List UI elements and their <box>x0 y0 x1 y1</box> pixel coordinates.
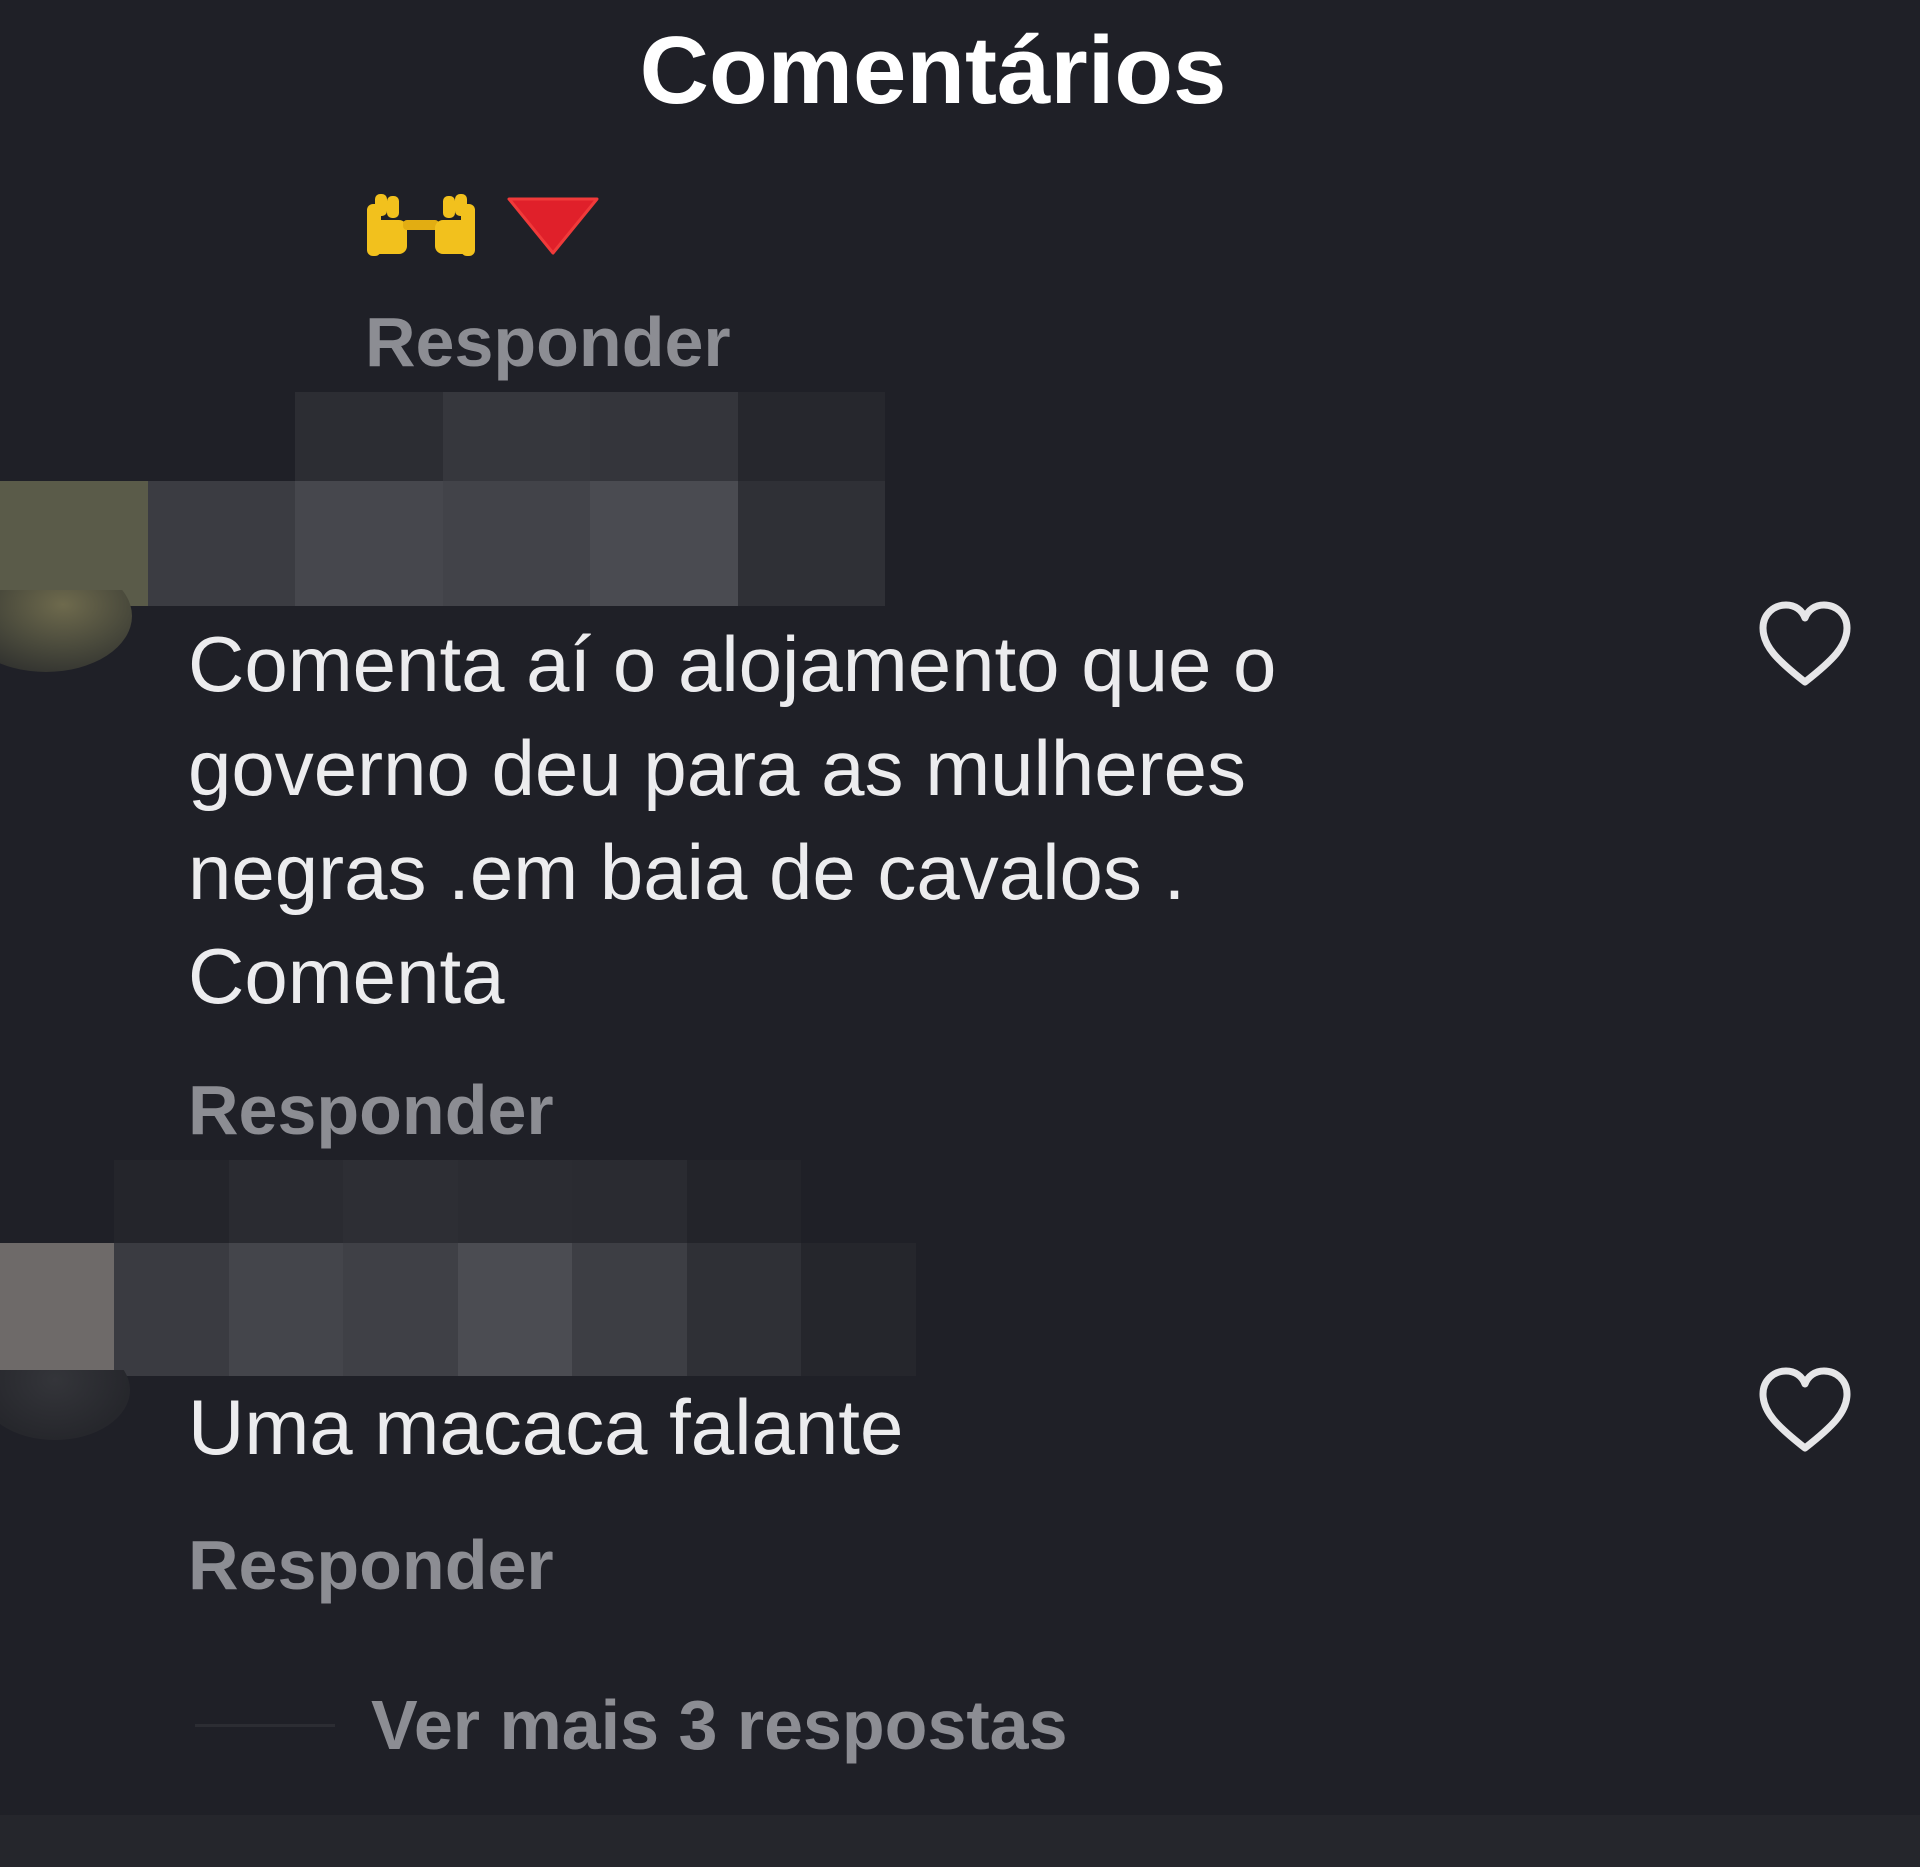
view-more-replies[interactable]: Ver mais 3 respostas <box>195 1685 1068 1765</box>
bottom-bar <box>0 1815 1920 1867</box>
comment-emoji-content <box>365 185 601 265</box>
page-title: Comentários <box>639 17 1227 124</box>
reply-button[interactable]: Responder <box>188 1070 554 1150</box>
heart-icon[interactable] <box>1757 600 1853 688</box>
comment-text: Uma macaca falante <box>188 1383 904 1471</box>
view-more-replies-label[interactable]: Ver mais 3 respostas <box>371 1685 1068 1765</box>
reply-button[interactable]: Responder <box>188 1525 554 1605</box>
divider <box>195 1723 335 1727</box>
heart-icon[interactable] <box>1757 1366 1853 1454</box>
pixelated-username <box>0 392 885 606</box>
red-triangle-down-icon <box>507 197 599 255</box>
reply-button[interactable]: Responder <box>365 302 731 382</box>
comment-text: Comenta aí o alojamento que o governo de… <box>188 620 1277 1020</box>
raised-hands-icon <box>367 194 475 256</box>
pixelated-username <box>0 1160 1030 1376</box>
